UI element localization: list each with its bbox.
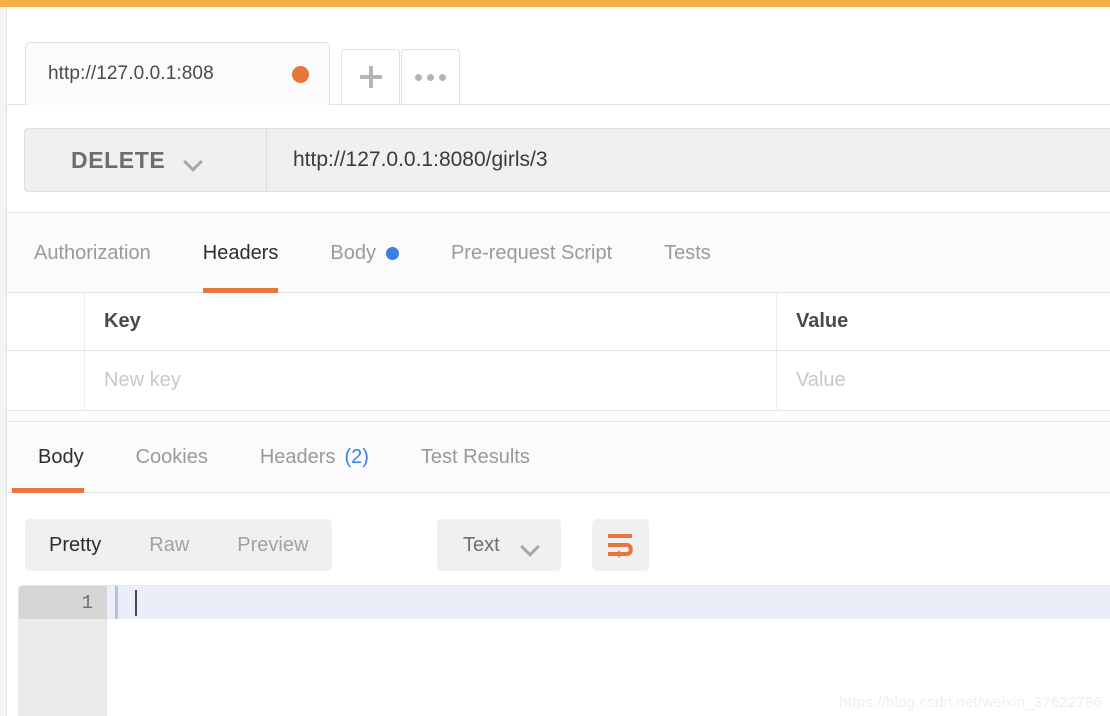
tab-headers-label: Headers [202,241,279,264]
view-mode-raw-label: Raw [149,533,190,556]
tab-response-body-label: Body [38,446,84,468]
more-tabs-button[interactable] [401,49,460,105]
table-row: New key Value [7,351,1110,411]
row-checkbox-column-header [7,293,85,350]
column-header-key: Key [85,293,777,350]
editor-gutter: 1 [19,586,107,716]
line-number: 1 [81,591,93,614]
view-mode-preview[interactable]: Preview [213,519,332,571]
url-bar: DELETE [24,128,1110,192]
tab-response-headers-label: Headers [259,446,336,468]
tab-response-cookies-label: Cookies [135,446,208,468]
tab-response-headers[interactable]: Headers (2) [234,422,395,493]
view-mode-pretty-label: Pretty [49,533,102,556]
new-value-placeholder: Value [796,369,846,391]
tab-test-results[interactable]: Test Results [395,422,556,493]
response-format-toolbar: Pretty Raw Preview Text [7,493,1110,585]
word-wrap-button[interactable] [592,519,649,571]
word-wrap-icon [607,534,633,558]
tab-test-results-label: Test Results [420,446,530,468]
language-select[interactable]: Text [437,519,561,571]
sidebar-rail [0,7,7,716]
ellipsis-icon [415,73,446,81]
column-header-value: Value [777,293,1110,350]
row-checkbox-cell[interactable] [7,351,85,410]
method-select[interactable]: DELETE [25,129,267,191]
body-modified-dot-icon [385,246,399,260]
postman-window: http://127.0.0.1:808 DELETE Authorizatio… [0,0,1110,716]
view-mode-segmented-control: Pretty Raw Preview [25,519,333,571]
tab-response-body[interactable]: Body [12,422,110,493]
view-mode-preview-label: Preview [237,533,309,556]
response-headers-count: (2) [344,446,369,468]
chevron-down-icon [185,155,202,165]
request-tab-label: http://127.0.0.1:808 [48,63,214,84]
view-mode-pretty[interactable]: Pretty [25,519,126,571]
column-header-value-label: Value [796,310,849,332]
table-header-row: Key Value [7,293,1110,351]
headers-table: Key Value New key Value [7,293,1110,417]
column-header-key-label: Key [104,310,141,332]
request-tab-strip: http://127.0.0.1:808 [7,7,1110,105]
new-key-input[interactable]: New key [85,351,777,410]
view-mode-raw[interactable]: Raw [125,519,213,571]
request-tab-active[interactable]: http://127.0.0.1:808 [25,42,330,105]
tab-body-label: Body [330,241,376,264]
editor-indent-guide [115,586,118,619]
tab-headers[interactable]: Headers [177,213,305,293]
language-select-label: Text [463,533,500,556]
method-label: DELETE [71,146,166,173]
new-value-input[interactable]: Value [777,351,1110,410]
tab-authorization-label: Authorization [34,241,151,264]
editor-caret [135,590,137,616]
plus-icon [359,66,382,88]
unsaved-dot-icon [292,65,309,83]
watermark: https://blog.csdn.net/weixin_37622786 [839,694,1102,711]
editor-active-line [107,586,1110,619]
chevron-down-icon [522,540,539,550]
tab-response-cookies[interactable]: Cookies [110,422,234,493]
request-config-tabs: Authorization Headers Body Pre-request S… [7,213,1110,293]
tab-pre-request-script-label: Pre-request Script [450,241,613,264]
new-tab-button[interactable] [341,49,400,105]
url-input[interactable] [267,129,1110,191]
tab-tests[interactable]: Tests [638,213,737,293]
tab-body[interactable]: Body [304,213,425,293]
tab-tests-label: Tests [664,241,711,264]
title-bar-strip [0,0,1110,7]
tab-authorization[interactable]: Authorization [34,213,177,293]
tab-pre-request-script[interactable]: Pre-request Script [425,213,638,293]
url-bar-section: DELETE [7,106,1110,213]
response-tabs: Body Cookies Headers (2) Test Results [7,421,1110,493]
new-key-placeholder: New key [104,369,181,391]
